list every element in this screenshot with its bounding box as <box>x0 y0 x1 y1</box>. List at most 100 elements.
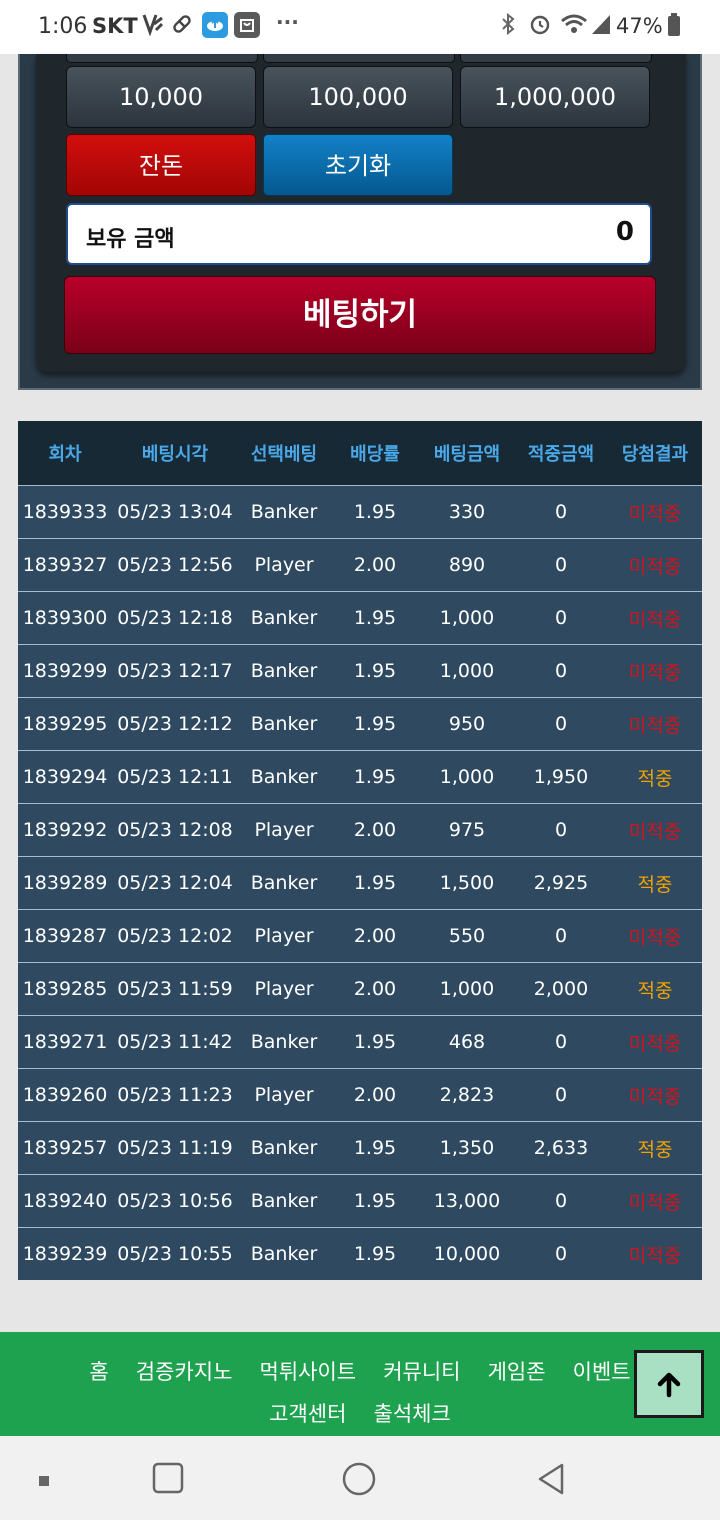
cell-bet-amount: 1,000 <box>420 644 514 698</box>
cell-selection: Banker <box>238 591 330 645</box>
cell-selection: Player <box>238 909 330 963</box>
cell-round: 1839292 <box>18 803 112 857</box>
footer-link-scam-sites[interactable]: 먹튀사이트 <box>260 1360 357 1384</box>
table-row: 1839260 05/23 11:23 Player 2.00 2,823 0 미적중 <box>18 1068 702 1122</box>
header-result: 당첨결과 <box>608 421 702 486</box>
chip-100000-button[interactable]: 100,000 <box>263 66 453 128</box>
cell-bet-amount: 1,350 <box>420 1121 514 1175</box>
cell-win-amount: 0 <box>514 591 608 645</box>
cell-round: 1839299 <box>18 644 112 698</box>
system-nav-bar <box>0 1436 720 1520</box>
cell-round: 1839295 <box>18 697 112 751</box>
chip-1000000-button[interactable]: 1,000,000 <box>460 66 650 128</box>
bluetooth-icon <box>500 12 516 41</box>
cell-selection: Banker <box>238 697 330 751</box>
balance-value: 0 <box>615 217 634 247</box>
table-row: 1839285 05/23 11:59 Player 2.00 1,000 2,000 적중 <box>18 962 702 1016</box>
cell-result: 미적중 <box>608 1227 702 1280</box>
cell-round: 1839240 <box>18 1174 112 1228</box>
header-odds: 배당률 <box>330 421 420 486</box>
header-round: 회차 <box>18 421 112 486</box>
table-row: 1839294 05/23 12:11 Banker 1.95 1,000 1,950 적중 <box>18 750 702 804</box>
cell-win-amount: 0 <box>514 1227 608 1280</box>
footer-row-1: 홈 검증카지노 먹튀사이트 커뮤니티 게임존 이벤트 <box>0 1356 720 1386</box>
cell-odds: 2.00 <box>330 962 420 1016</box>
header-win-amount: 적중금액 <box>514 421 608 486</box>
chip-10000-button[interactable]: 10,000 <box>66 66 256 128</box>
table-row: 1839289 05/23 12:04 Banker 1.95 1,500 2,925 적중 <box>18 856 702 910</box>
cell-odds: 1.95 <box>330 485 420 539</box>
more-notifications-icon: ··· <box>276 10 299 34</box>
cell-bet-amount: 1,000 <box>420 750 514 804</box>
cell-win-amount: 0 <box>514 538 608 592</box>
footer-link-game-zone[interactable]: 게임존 <box>488 1360 546 1384</box>
circle-home-icon[interactable] <box>342 1462 376 1500</box>
recent-apps-icon[interactable] <box>38 1472 50 1491</box>
cell-win-amount: 0 <box>514 1015 608 1069</box>
cell-odds: 1.95 <box>330 1121 420 1175</box>
balance-display: 보유 금액 0 <box>66 203 652 265</box>
cell-odds: 1.95 <box>330 1227 420 1280</box>
cell-round: 1839260 <box>18 1068 112 1122</box>
cell-selection: Player <box>238 1068 330 1122</box>
cell-win-amount: 0 <box>514 697 608 751</box>
cell-round: 1839271 <box>18 1015 112 1069</box>
footer-link-verified-casino[interactable]: 검증카지노 <box>136 1360 233 1384</box>
cell-odds: 2.00 <box>330 803 420 857</box>
cell-result: 미적중 <box>608 697 702 751</box>
footer-link-attendance[interactable]: 출석체크 <box>374 1402 451 1426</box>
header-bet-time: 베팅시각 <box>112 421 238 486</box>
cell-round: 1839285 <box>18 962 112 1016</box>
cell-result: 미적중 <box>608 1174 702 1228</box>
cell-result: 미적중 <box>608 485 702 539</box>
cell-result: 미적중 <box>608 803 702 857</box>
footer-link-event[interactable]: 이벤트 <box>573 1360 631 1384</box>
cell-bet-amount: 330 <box>420 485 514 539</box>
cell-round: 1839257 <box>18 1121 112 1175</box>
status-carrier: SKT <box>92 14 138 38</box>
table-body: 1839333 05/23 13:04 Banker 1.95 330 0 미적중 18393… <box>18 485 702 1280</box>
reset-button[interactable]: 초기화 <box>263 134 453 196</box>
cell-bet-time: 05/23 11:59 <box>112 962 238 1016</box>
chip-button-partial[interactable] <box>460 54 652 63</box>
back-icon[interactable] <box>536 1462 566 1500</box>
header-selection: 선택베팅 <box>238 421 330 486</box>
table-row: 1839239 05/23 10:55 Banker 1.95 10,000 0 미적중 <box>18 1227 702 1280</box>
cell-bet-time: 05/23 12:02 <box>112 909 238 963</box>
status-bar: 1:06 SKT ··· 47% <box>0 0 720 54</box>
table-row: 1839300 05/23 12:18 Banker 1.95 1,000 0 미적중 <box>18 591 702 645</box>
cell-selection: Banker <box>238 1227 330 1280</box>
footer-link-home[interactable]: 홈 <box>89 1360 108 1384</box>
cell-result: 미적중 <box>608 909 702 963</box>
chip-button-partial[interactable] <box>263 54 455 63</box>
cell-result: 적중 <box>608 856 702 910</box>
cell-odds: 2.00 <box>330 538 420 592</box>
cell-selection: Banker <box>238 485 330 539</box>
cell-result: 적중 <box>608 962 702 1016</box>
chip-button-partial[interactable] <box>66 54 258 63</box>
shopping-bag-icon <box>234 12 260 38</box>
cell-win-amount: 0 <box>514 1068 608 1122</box>
cell-bet-time: 05/23 11:42 <box>112 1015 238 1069</box>
cell-selection: Banker <box>238 1015 330 1069</box>
scroll-to-top-button[interactable] <box>634 1350 704 1418</box>
cell-signal-icon <box>590 12 612 41</box>
cloud-app-icon <box>202 12 228 38</box>
cell-bet-time: 05/23 12:11 <box>112 750 238 804</box>
change-button[interactable]: 잔돈 <box>66 134 256 196</box>
cell-bet-amount: 975 <box>420 803 514 857</box>
carrier-signal-icon <box>142 12 164 41</box>
footer-link-customer-center[interactable]: 고객센터 <box>269 1402 346 1426</box>
wifi-icon <box>560 12 588 41</box>
footer-link-community[interactable]: 커뮤니티 <box>383 1360 460 1384</box>
table-row: 1839295 05/23 12:12 Banker 1.95 950 0 미적중 <box>18 697 702 751</box>
cell-bet-amount: 890 <box>420 538 514 592</box>
cell-round: 1839327 <box>18 538 112 592</box>
cell-bet-time: 05/23 12:12 <box>112 697 238 751</box>
alarm-icon <box>528 12 552 41</box>
home-icon[interactable] <box>152 1462 184 1498</box>
cell-round: 1839294 <box>18 750 112 804</box>
pill-icon <box>170 12 194 41</box>
cell-bet-time: 05/23 10:55 <box>112 1227 238 1280</box>
place-bet-button[interactable]: 베팅하기 <box>64 276 656 354</box>
